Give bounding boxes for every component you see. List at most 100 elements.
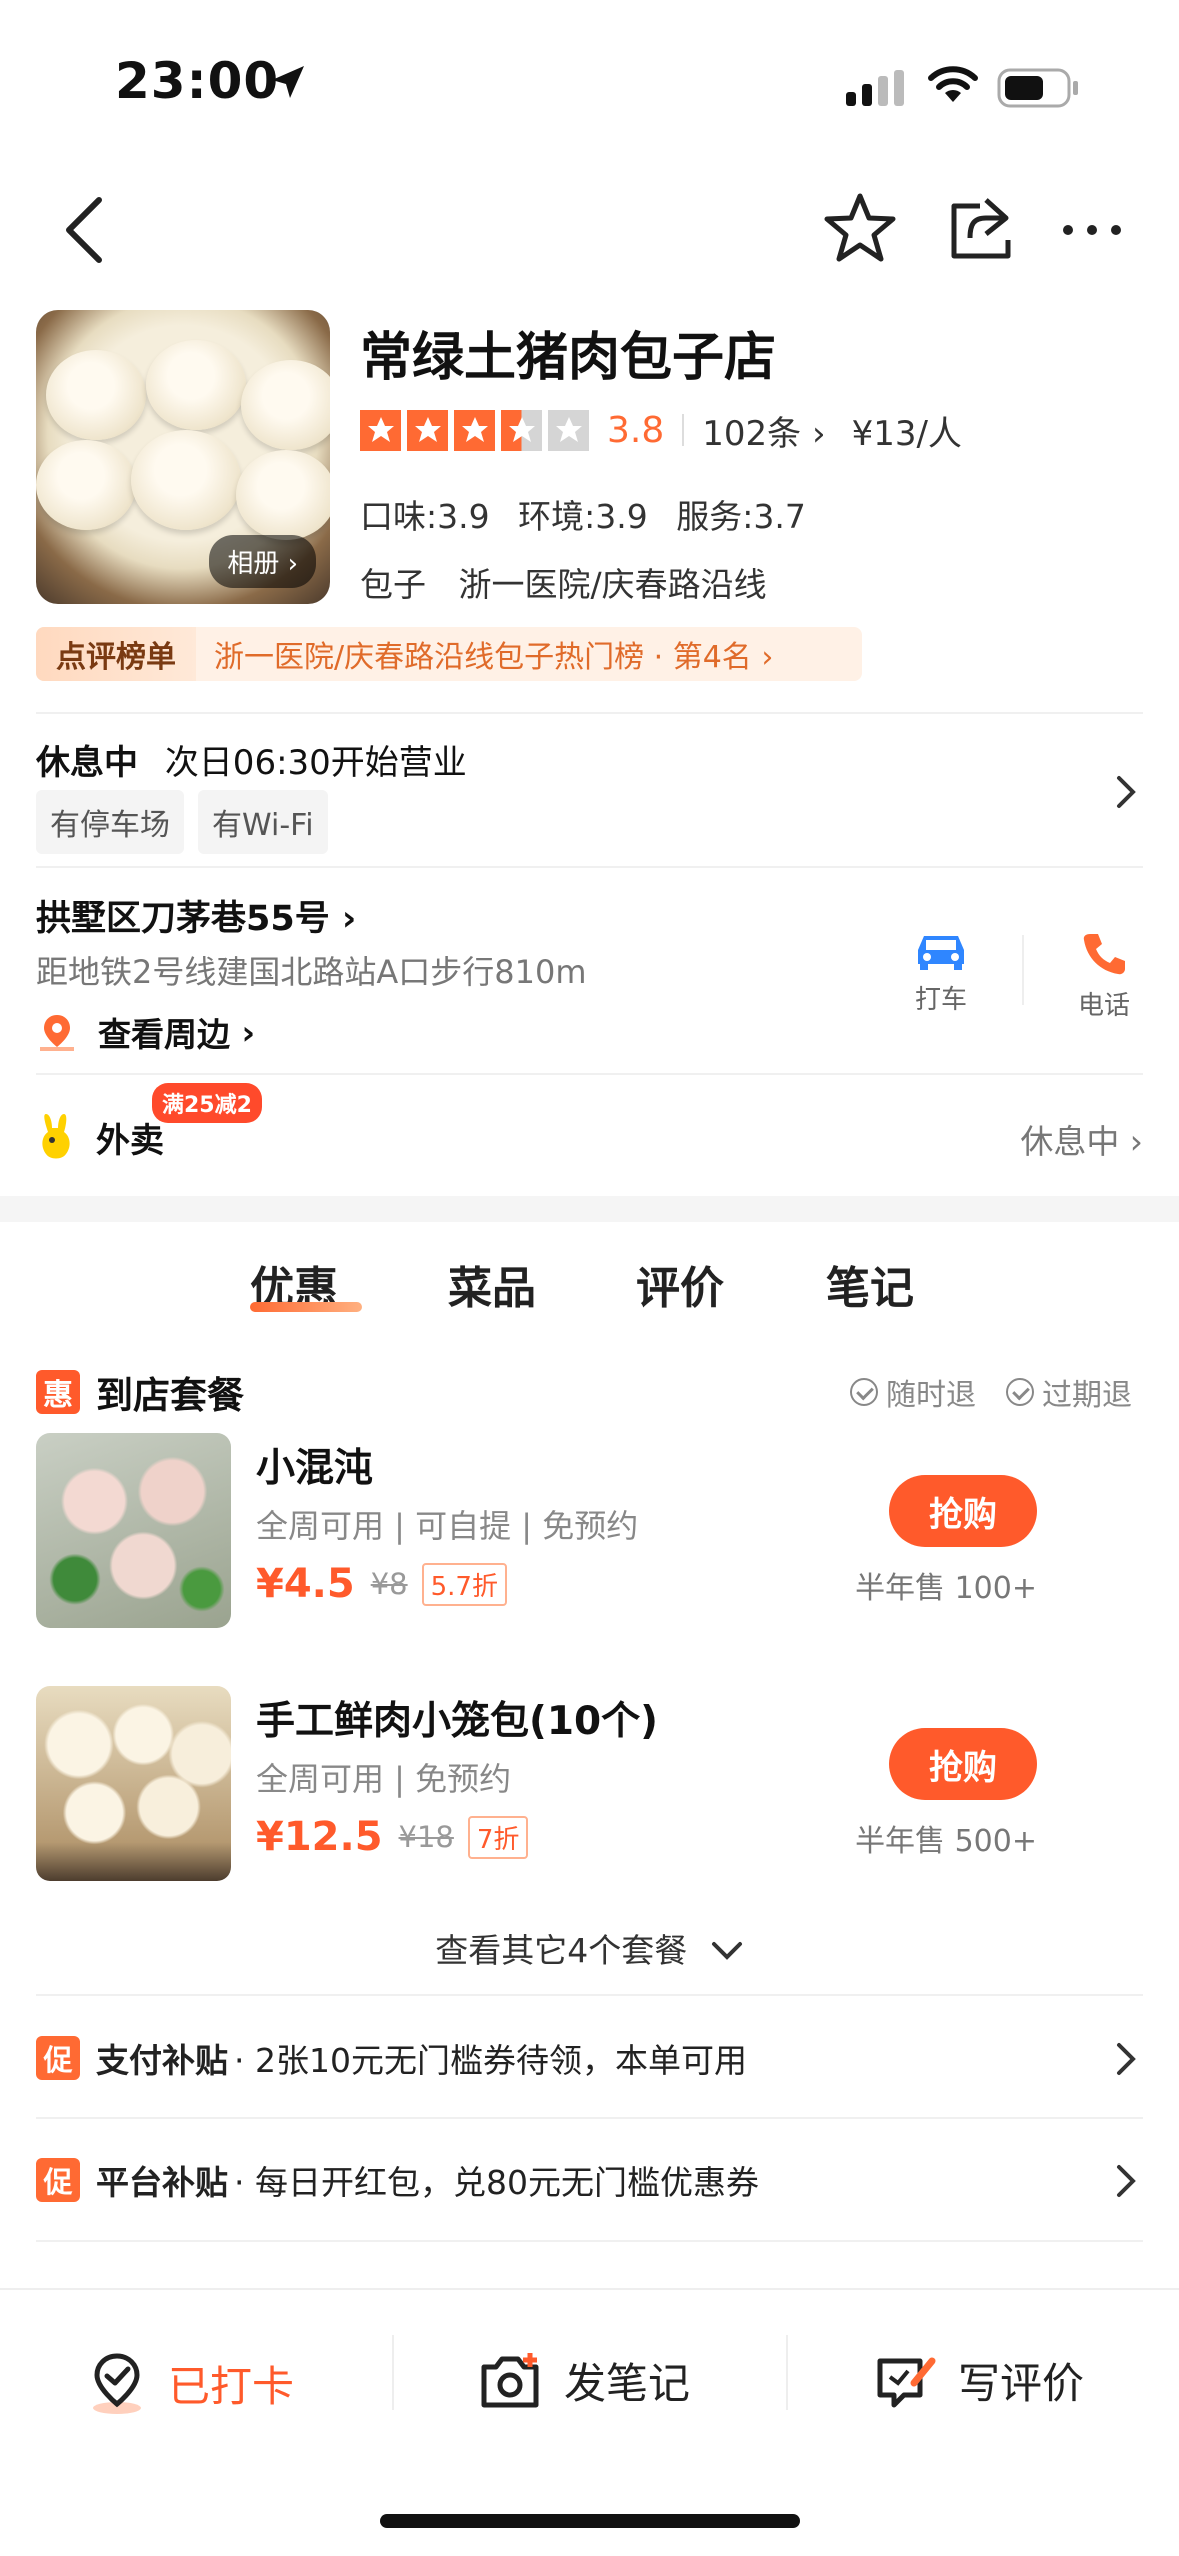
promo-platform-subsidy[interactable]: 促 平台补贴 · 每日开红包，兑80元无门槛优惠券	[36, 2150, 1143, 2210]
deal-item[interactable]: 小混沌 全周可用 | 可自提 | 免预约 ¥4.5 ¥8 5.7折 抢购 半年售…	[36, 1433, 1143, 1633]
tab-dishes[interactable]: 菜品	[448, 1252, 536, 1316]
divider	[392, 2335, 394, 2410]
check-circle-icon	[850, 1378, 878, 1406]
album-button[interactable]: 相册 ›	[209, 535, 316, 588]
star-empty-icon	[548, 409, 589, 451]
write-review-button[interactable]: 写评价	[874, 2350, 1084, 2411]
write-review-icon	[877, 2357, 936, 2407]
promo-icon: 促	[36, 2158, 80, 2202]
phone-button[interactable]: 电话	[1049, 930, 1159, 1022]
review-count-link[interactable]: 102条 ›	[702, 406, 825, 455]
chevron-right-icon[interactable]	[1113, 2161, 1139, 2201]
subway-distance: 距地铁2号线建国北路站A口步行810m	[36, 953, 587, 991]
battery-icon	[997, 68, 1078, 108]
business-hours[interactable]: 休息中 次日06:30开始营业	[36, 735, 467, 784]
camera-plus-icon	[481, 2352, 539, 2407]
star-icon	[407, 409, 448, 451]
rating-row: 3.8 102条 › ¥13/人	[360, 405, 962, 455]
phone-icon	[1083, 934, 1125, 975]
subscore-environment: 环境:3.9	[518, 497, 648, 536]
more-icon[interactable]	[1060, 222, 1124, 238]
taxi-button[interactable]: 打车	[886, 930, 996, 1016]
deal-original-price: ¥18	[398, 1820, 454, 1854]
shop-cover-photo[interactable]: 相册 ›	[36, 310, 330, 604]
buy-button[interactable]: 抢购	[889, 1728, 1037, 1800]
promo-payment-subsidy[interactable]: 促 支付补贴 · 2张10元无门槛券待领，本单可用	[36, 2028, 1143, 2088]
tag-parking: 有停车场	[36, 790, 184, 854]
deal-sold-count: 半年售 100+	[855, 1571, 1037, 1606]
deal-sold-count: 半年售 500+	[855, 1824, 1037, 1859]
deal-badge-icon: 惠	[36, 1370, 80, 1414]
wifi-icon	[928, 66, 978, 102]
subscore-service: 服务:3.7	[676, 497, 806, 536]
deal-original-price: ¥8	[370, 1567, 408, 1601]
divider	[36, 1994, 1143, 1996]
deal-price-row: ¥4.5 ¥8 5.7折	[256, 1561, 507, 1607]
takeaway-status[interactable]: 休息中 ›	[1020, 1115, 1143, 1163]
buy-button[interactable]: 抢购	[889, 1475, 1037, 1547]
chevron-right-icon[interactable]	[1113, 772, 1139, 812]
deal-discount-tag: 7折	[467, 1815, 529, 1859]
takeaway-kangaroo-icon	[42, 1114, 70, 1159]
tab-reviews[interactable]: 评价	[636, 1252, 724, 1316]
back-chevron-icon[interactable]	[55, 190, 115, 270]
deal-price-row: ¥12.5 ¥18 7折	[256, 1814, 529, 1860]
ranking-banner[interactable]: 点评榜单 浙一医院/庆春路沿线包子热门榜 · 第4名 ›	[36, 627, 862, 681]
category-row: 包子 浙一医院/庆春路沿线	[360, 558, 789, 606]
car-icon	[918, 936, 964, 970]
divider	[682, 414, 685, 446]
checkin-button[interactable]: 已打卡	[88, 2350, 294, 2416]
star-icon	[360, 409, 401, 451]
price-per-person: ¥13/人	[851, 413, 962, 454]
location-arrow-icon	[272, 66, 304, 98]
deal-discount-tag: 5.7折	[421, 1562, 507, 1606]
location-pin-icon	[40, 1015, 74, 1051]
shop-category: 包子	[360, 565, 426, 604]
ranking-tag: 点评榜单	[36, 627, 196, 681]
divider	[786, 2335, 788, 2410]
guarantee-anytime-refund: 随时退	[850, 1370, 976, 1414]
chevron-right-icon[interactable]	[1113, 2039, 1139, 2079]
takeaway-promo-badge: 满25减2	[152, 1083, 262, 1123]
post-note-button[interactable]: 发笔记	[478, 2350, 690, 2411]
star-half-icon	[501, 409, 542, 451]
divider	[36, 2240, 1143, 2242]
open-status: 休息中	[36, 743, 138, 783]
divider	[36, 1073, 1143, 1075]
home-indicator[interactable]	[380, 2514, 800, 2528]
deals-section-header: 惠 到店套餐	[36, 1365, 244, 1419]
shop-area: 浙一医院/庆春路沿线	[458, 565, 767, 604]
divider	[36, 866, 1143, 868]
deal-title: 手工鲜肉小笼包(10个)	[256, 1699, 658, 1744]
deal-conditions: 全周可用 | 可自提 | 免预约	[256, 1507, 639, 1545]
ranking-text: 浙一医院/庆春路沿线包子热门榜 · 第4名 ›	[214, 640, 774, 675]
guarantee-expiry-refund: 过期退	[1006, 1370, 1132, 1414]
deal-item[interactable]: 手工鲜肉小笼包(10个) 全周可用 | 免预约 ¥12.5 ¥18 7折 抢购 …	[36, 1686, 1143, 1886]
facility-tags: 有停车场 有Wi-Fi	[36, 790, 328, 854]
deal-price: ¥4.5	[256, 1561, 355, 1607]
deal-conditions: 全周可用 | 免预约	[256, 1760, 512, 1798]
nearby-link[interactable]: 查看周边 ›	[36, 1008, 255, 1056]
favorite-star-icon[interactable]	[822, 190, 898, 266]
shop-name: 常绿土猪肉包子店	[360, 328, 777, 388]
address-link[interactable]: 拱墅区刀茅巷55号 ›	[36, 890, 356, 941]
view-more-deals-button[interactable]: 查看其它4个套餐	[0, 1924, 1179, 1972]
tab-notes[interactable]: 笔记	[826, 1252, 914, 1316]
share-icon[interactable]	[946, 192, 1018, 264]
divider	[1022, 935, 1024, 1005]
status-time: 23:00	[115, 52, 280, 110]
deal-price: ¥12.5	[256, 1814, 383, 1860]
rating-score: 3.8	[607, 409, 665, 451]
checkin-pin-icon	[93, 2353, 141, 2414]
deal-photo	[36, 1433, 231, 1628]
divider	[36, 712, 1143, 714]
promo-icon: 促	[36, 2036, 80, 2080]
next-open-time: 次日06:30开始营业	[164, 743, 467, 783]
divider	[36, 2117, 1143, 2119]
deal-title: 小混沌	[256, 1446, 374, 1491]
tab-active-indicator	[250, 1302, 362, 1312]
takeaway-entry[interactable]: 外卖	[36, 1112, 164, 1162]
deal-photo	[36, 1686, 231, 1881]
tag-wifi: 有Wi-Fi	[198, 790, 328, 854]
section-separator	[0, 1196, 1179, 1222]
